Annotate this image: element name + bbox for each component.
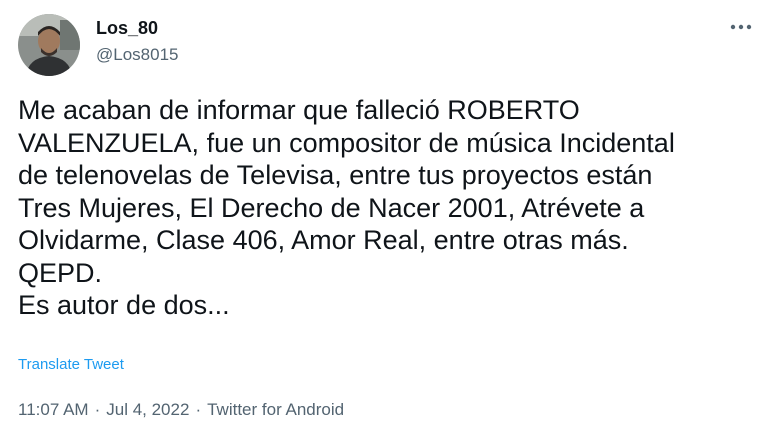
tweet-metadata: 11:07 AM · Jul 4, 2022 · Twitter for Android (18, 400, 344, 420)
tweet-text-line: VALENZUELA, fue un compositor de música … (18, 127, 675, 158)
avatar-photo (18, 14, 80, 76)
tweet-text-line: Es autor de dos... (18, 290, 230, 320)
user-handle[interactable]: @Los8015 (96, 45, 179, 65)
avatar[interactable] (18, 14, 80, 76)
tweet-date[interactable]: Jul 4, 2022 (106, 400, 189, 419)
tweet-source[interactable]: Twitter for Android (207, 400, 344, 419)
translate-tweet-link[interactable]: Translate Tweet (18, 356, 124, 373)
tweet-text-line: Me acaban de informar que falleció ROBER… (18, 95, 580, 125)
meta-separator: · (195, 400, 202, 419)
display-name[interactable]: Los_80 (96, 18, 158, 39)
more-horizontal-icon[interactable] (728, 16, 754, 38)
meta-separator: · (94, 400, 101, 419)
tweet-text-line: Tres Mujeres, El Derecho de Nacer 2001, … (18, 192, 645, 223)
tweet-text-line: Olvidarme, Clase 406, Amor Real, entre o… (18, 225, 629, 255)
tweet-text-line: QEPD. (18, 257, 103, 288)
tweet-text: Me acaban de informar que falleció ROBER… (18, 94, 758, 322)
tweet-time[interactable]: 11:07 AM (18, 400, 89, 419)
tweet-text-line: de telenovelas de Televisa, entre tus pr… (18, 160, 653, 190)
tweet-card: Los_80 @Los8015 Me acaban de informar qu… (0, 0, 768, 441)
